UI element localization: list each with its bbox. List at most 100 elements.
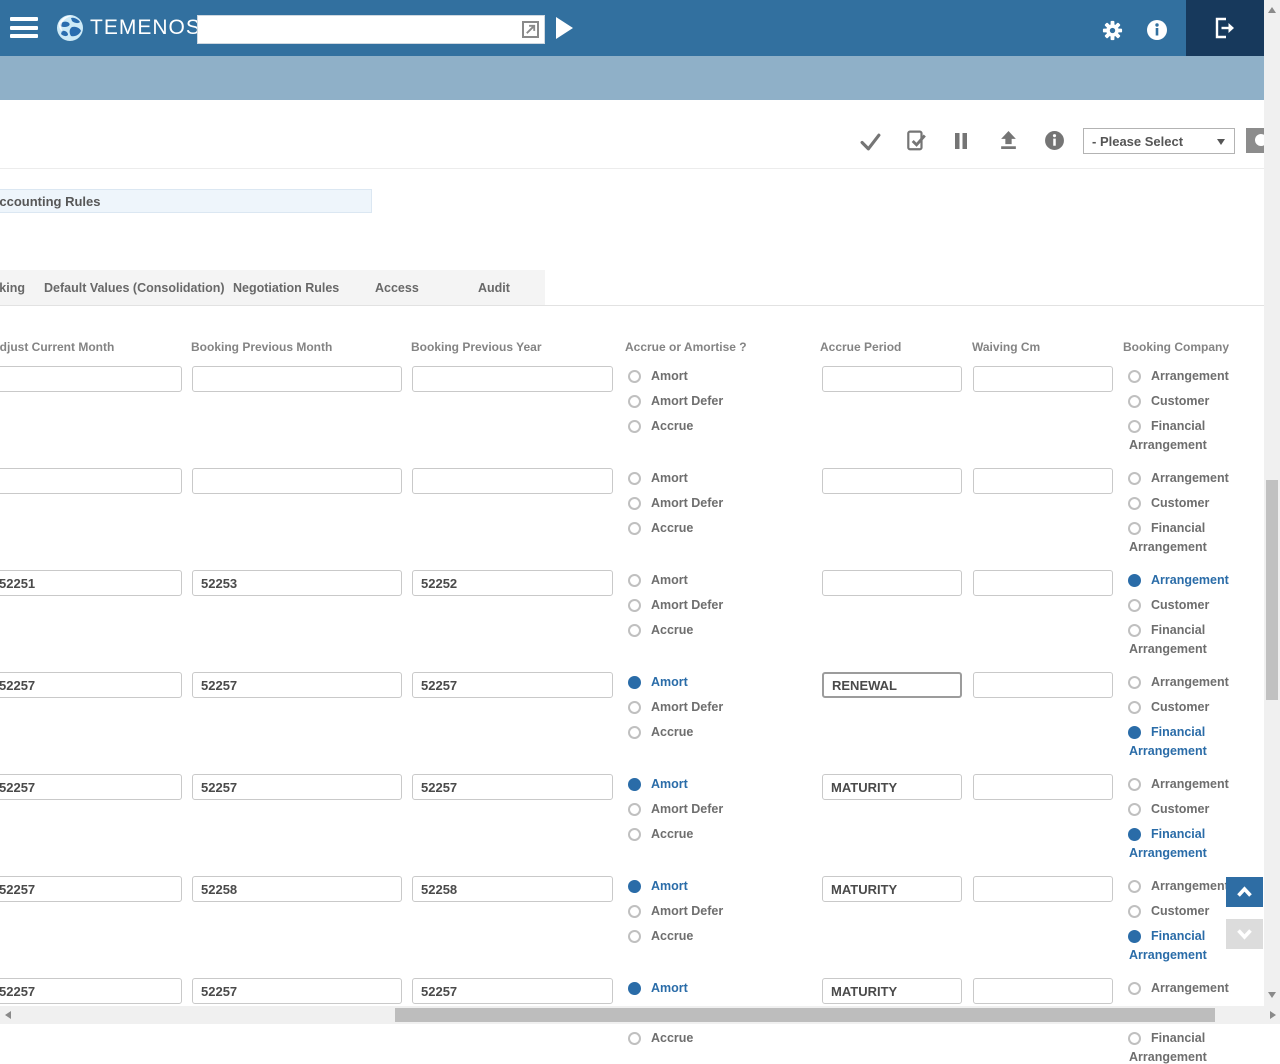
- row7-booking-previous-month-input[interactable]: [192, 978, 402, 1004]
- row4-amortise-accrue-radio[interactable]: [628, 726, 641, 739]
- row2-amortise-amort-defer-radio[interactable]: [628, 497, 641, 510]
- row1-booking-previous-month-input[interactable]: [192, 366, 402, 392]
- row1-company-financial-arrangement-radio[interactable]: [1128, 420, 1141, 433]
- row1-accrue-period-input[interactable]: [822, 366, 962, 392]
- row2-company-arrangement-radio[interactable]: [1128, 472, 1141, 485]
- row4-amortise-amort-defer-radio[interactable]: [628, 701, 641, 714]
- row4-accrue-period-input[interactable]: [822, 672, 962, 698]
- row6-booking-previous-month-input[interactable]: [192, 876, 402, 902]
- row5-amortise-amort-radio[interactable]: [628, 778, 641, 791]
- row4-booking-previous-year-input[interactable]: [412, 672, 613, 698]
- row2-waiving-cm-input[interactable]: [973, 468, 1113, 494]
- row7-company-financial-arrangement-radio[interactable]: [1128, 1032, 1141, 1045]
- row1-company-customer-radio[interactable]: [1128, 395, 1141, 408]
- row6-amortise-amort-radio[interactable]: [628, 880, 641, 893]
- row6-waiving-cm-input[interactable]: [973, 876, 1113, 902]
- row5-accrue-period-input[interactable]: [822, 774, 962, 800]
- row5-booking-previous-month-input[interactable]: [192, 774, 402, 800]
- row2-company-customer-radio[interactable]: [1128, 497, 1141, 510]
- row3-amortise-amort-defer-radio[interactable]: [628, 599, 641, 612]
- row5-adjust-current-month-input[interactable]: [0, 774, 182, 800]
- row2-company-arrangement-label: Arrangement: [1151, 471, 1229, 485]
- row7-waiving-cm-input[interactable]: [973, 978, 1113, 1004]
- row1-amortise-amort-radio[interactable]: [628, 370, 641, 383]
- row1-adjust-current-month-input[interactable]: [0, 366, 182, 392]
- row5-amortise-accrue-radio[interactable]: [628, 828, 641, 841]
- row3-company-arrangement-radio[interactable]: [1128, 574, 1141, 587]
- row2-amortise-amort-radio[interactable]: [628, 472, 641, 485]
- row1-booking-previous-year-input[interactable]: [412, 366, 613, 392]
- scrollbar-up-arrow-icon[interactable]: [1268, 7, 1276, 13]
- row4-amortise-accrue-label: Accrue: [651, 725, 693, 739]
- row6-company-financial-arrangement-radio[interactable]: [1128, 930, 1141, 943]
- row4-adjust-current-month-input[interactable]: [0, 672, 182, 698]
- row3-booking-previous-year-input[interactable]: [412, 570, 613, 596]
- row1-company-arrangement-radio[interactable]: [1128, 370, 1141, 383]
- row5-company-customer-label: Customer: [1151, 802, 1209, 816]
- row1-amortise-accrue-radio[interactable]: [628, 420, 641, 433]
- row6-accrue-period-input[interactable]: [822, 876, 962, 902]
- row7-amortise-accrue-label: Accrue: [651, 1031, 693, 1045]
- row7-adjust-current-month-input[interactable]: [0, 978, 182, 1004]
- row5-company-financial-arrangement-radio[interactable]: [1128, 828, 1141, 841]
- row7-amortise-accrue-radio[interactable]: [628, 1032, 641, 1045]
- row5-company-customer-radio[interactable]: [1128, 803, 1141, 816]
- row2-company-financial-arrangement-radio[interactable]: [1128, 522, 1141, 535]
- row4-amortise-amort-defer-label: Amort Defer: [651, 700, 723, 714]
- vertical-scrollbar-thumb[interactable]: [1266, 480, 1278, 700]
- row2-booking-previous-year-input[interactable]: [412, 468, 613, 494]
- row1-amortise-amort-defer-radio[interactable]: [628, 395, 641, 408]
- row5-booking-previous-year-input[interactable]: [412, 774, 613, 800]
- row4-booking-previous-month-input[interactable]: [192, 672, 402, 698]
- row3-company-customer-radio[interactable]: [1128, 599, 1141, 612]
- chevron-down-icon: [1236, 928, 1253, 940]
- row3-company-financial-arrangement-label: Arrangement: [1129, 642, 1207, 656]
- row4-company-financial-arrangement-radio[interactable]: [1128, 726, 1141, 739]
- row7-amortise-amort-radio[interactable]: [628, 982, 641, 995]
- row5-waiving-cm-input[interactable]: [973, 774, 1113, 800]
- row6-company-arrangement-label: Arrangement: [1151, 879, 1229, 893]
- row4-company-customer-radio[interactable]: [1128, 701, 1141, 714]
- row6-amortise-amort-defer-radio[interactable]: [628, 905, 641, 918]
- row6-amortise-accrue-radio[interactable]: [628, 930, 641, 943]
- row7-company-arrangement-label: Arrangement: [1151, 981, 1229, 995]
- row3-amortise-amort-radio[interactable]: [628, 574, 641, 587]
- horizontal-scrollbar-thumb[interactable]: [395, 1008, 1215, 1022]
- scroll-to-top-button[interactable]: [1226, 877, 1263, 907]
- row1-waiving-cm-input[interactable]: [973, 366, 1113, 392]
- row1-amortise-accrue-label: Accrue: [651, 419, 693, 433]
- scrollbar-right-arrow-icon[interactable]: [1270, 1011, 1276, 1019]
- row3-accrue-period-input[interactable]: [822, 570, 962, 596]
- row6-booking-previous-year-input[interactable]: [412, 876, 613, 902]
- row3-amortise-amort-label: Amort: [651, 573, 688, 587]
- vertical-scrollbar[interactable]: [1264, 0, 1280, 1006]
- row2-company-financial-arrangement-label: Financial: [1151, 521, 1205, 535]
- row4-company-arrangement-label: Arrangement: [1151, 675, 1229, 689]
- row2-adjust-current-month-input[interactable]: [0, 468, 182, 494]
- horizontal-scrollbar[interactable]: [0, 1006, 1280, 1024]
- row5-company-financial-arrangement-label: Arrangement: [1129, 846, 1207, 860]
- row3-booking-previous-month-input[interactable]: [192, 570, 402, 596]
- row5-amortise-amort-defer-radio[interactable]: [628, 803, 641, 816]
- row7-booking-previous-year-input[interactable]: [412, 978, 613, 1004]
- row3-waiving-cm-input[interactable]: [973, 570, 1113, 596]
- scroll-to-bottom-button[interactable]: [1226, 919, 1263, 949]
- scrollbar-down-arrow-icon[interactable]: [1268, 992, 1276, 998]
- row7-company-arrangement-radio[interactable]: [1128, 982, 1141, 995]
- row2-accrue-period-input[interactable]: [822, 468, 962, 494]
- row4-company-arrangement-radio[interactable]: [1128, 676, 1141, 689]
- row2-amortise-accrue-radio[interactable]: [628, 522, 641, 535]
- row6-company-customer-radio[interactable]: [1128, 905, 1141, 918]
- scrollbar-left-arrow-icon[interactable]: [5, 1011, 11, 1019]
- row6-amortise-amort-label: Amort: [651, 879, 688, 893]
- row3-adjust-current-month-input[interactable]: [0, 570, 182, 596]
- row3-company-financial-arrangement-radio[interactable]: [1128, 624, 1141, 637]
- row4-waiving-cm-input[interactable]: [973, 672, 1113, 698]
- row5-company-arrangement-radio[interactable]: [1128, 778, 1141, 791]
- row2-booking-previous-month-input[interactable]: [192, 468, 402, 494]
- row6-company-arrangement-radio[interactable]: [1128, 880, 1141, 893]
- row7-accrue-period-input[interactable]: [822, 978, 962, 1004]
- row6-adjust-current-month-input[interactable]: [0, 876, 182, 902]
- row3-amortise-accrue-radio[interactable]: [628, 624, 641, 637]
- row4-amortise-amort-radio[interactable]: [628, 676, 641, 689]
